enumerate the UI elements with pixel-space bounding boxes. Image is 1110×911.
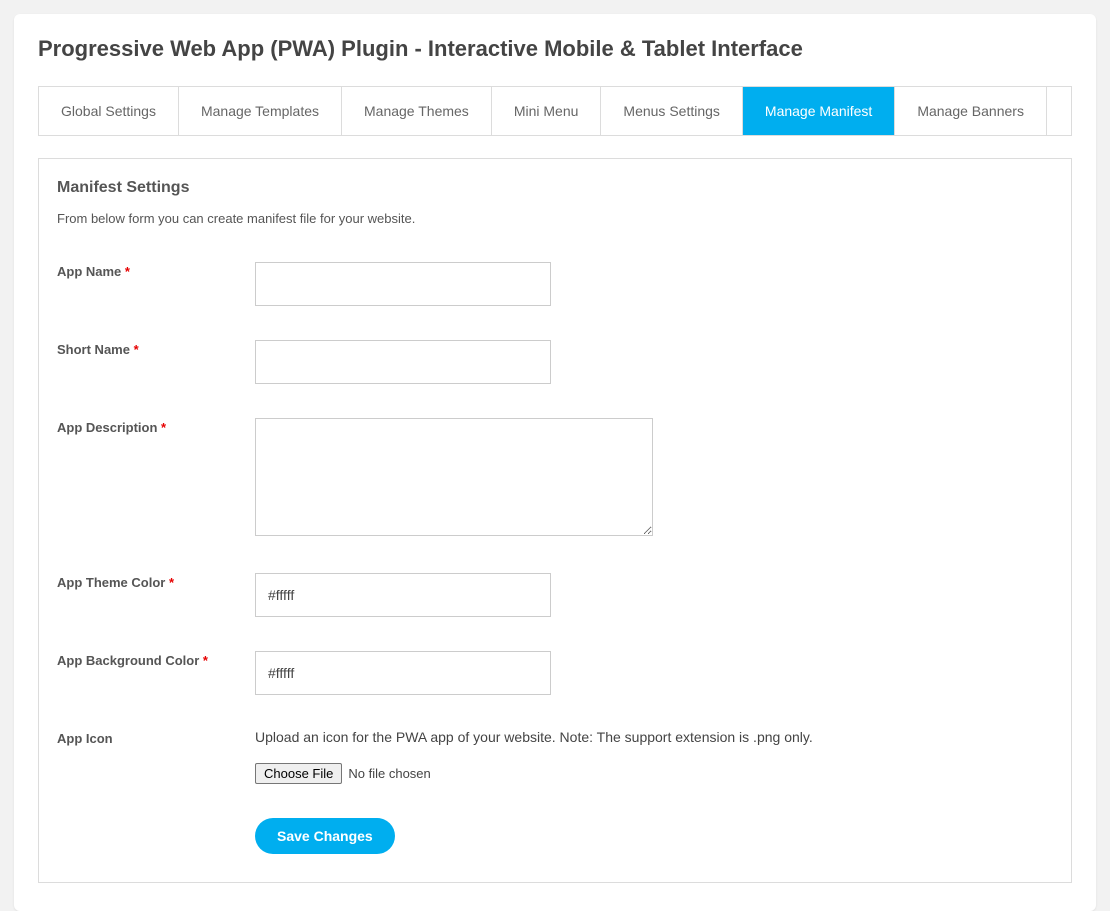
panel-subtext: From below form you can create manifest … (57, 211, 1053, 226)
app-icon-hint: Upload an icon for the PWA app of your w… (255, 729, 1053, 745)
tab-manage-templates[interactable]: Manage Templates (179, 87, 341, 135)
tab-global-settings[interactable]: Global Settings (39, 87, 178, 135)
file-chosen-status: No file chosen (348, 766, 430, 781)
tab-manage-manifest[interactable]: Manage Manifest (743, 87, 894, 135)
tab-manage-themes[interactable]: Manage Themes (342, 87, 491, 135)
app-name-input[interactable] (255, 262, 551, 306)
manifest-settings-panel: Manifest Settings From below form you ca… (38, 158, 1072, 883)
tab-mini-menu[interactable]: Mini Menu (492, 87, 601, 135)
bg-color-input[interactable] (255, 651, 551, 695)
choose-file-button[interactable]: Choose File (255, 763, 342, 784)
app-description-label: App Description * (57, 418, 255, 435)
app-icon-label: App Icon (57, 729, 255, 746)
panel-heading: Manifest Settings (57, 179, 1053, 197)
page-title: Progressive Web App (PWA) Plugin - Inter… (38, 36, 1072, 62)
app-description-input[interactable] (255, 418, 653, 536)
short-name-input[interactable] (255, 340, 551, 384)
save-button[interactable]: Save Changes (255, 818, 395, 854)
theme-color-input[interactable] (255, 573, 551, 617)
tabs-nav: Global Settings Manage Templates Manage … (38, 86, 1072, 136)
theme-color-label: App Theme Color * (57, 573, 255, 590)
tab-menus-settings[interactable]: Menus Settings (601, 87, 742, 135)
tab-manage-banners[interactable]: Manage Banners (895, 87, 1046, 135)
bg-color-label: App Background Color * (57, 651, 255, 668)
app-name-label: App Name * (57, 262, 255, 279)
short-name-label: Short Name * (57, 340, 255, 357)
